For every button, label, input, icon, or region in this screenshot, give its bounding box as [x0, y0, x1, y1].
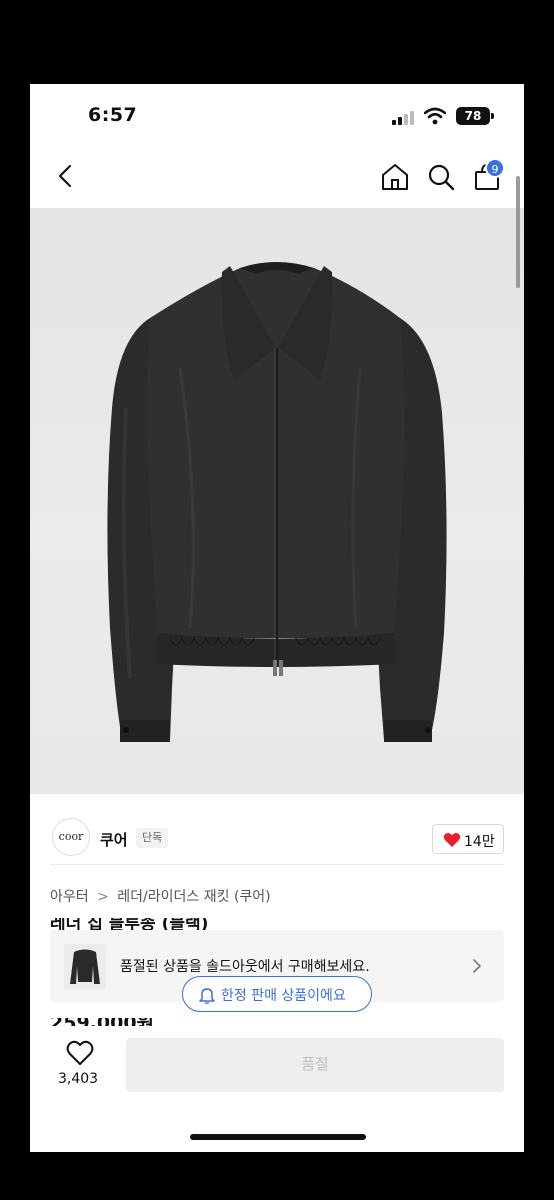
brand-name[interactable]: 쿠어	[100, 829, 128, 850]
bell-icon	[199, 988, 215, 1004]
cart-count-badge: 9	[485, 158, 505, 178]
home-indicator[interactable]	[190, 1134, 366, 1140]
limited-sale-text: 한정 판매 상품이에요	[221, 988, 346, 1004]
leather-jacket-image	[107, 262, 447, 742]
brand-row[interactable]: coor 쿠어 단독 14만	[30, 794, 524, 864]
status-time: 6:57	[88, 104, 138, 126]
status-bar: 6:57 78	[30, 84, 524, 146]
heart-filled-icon	[443, 833, 461, 847]
scrollbar[interactable]	[516, 176, 520, 288]
soldout-banner-text: 품절된 상품을 솔드아웃에서 구매해보세요.	[120, 959, 370, 975]
search-icon[interactable]	[426, 162, 456, 192]
breadcrumb-separator: >	[97, 889, 109, 905]
brand-like-count: 14만	[464, 834, 495, 850]
brand-like-button[interactable]: 14만	[432, 824, 504, 854]
divider	[50, 864, 504, 865]
product-price: 259,000원	[50, 1018, 250, 1026]
heart-outline-icon[interactable]	[66, 1040, 94, 1066]
product-thumbnail	[64, 944, 106, 990]
breadcrumb: 아우터 > 레더/라이더스 재킷 (쿠어)	[50, 886, 271, 906]
chevron-right-icon	[473, 959, 482, 973]
battery-icon: 78	[456, 107, 490, 125]
cellular-signal-icon	[392, 111, 414, 125]
product-title-clip: 레더 집 블루종 (블랙)	[50, 918, 490, 930]
top-nav: 9	[30, 146, 524, 208]
product-title: 레더 집 블루종 (블랙)	[50, 918, 209, 930]
breadcrumb-level1[interactable]: 아우터	[50, 889, 89, 905]
brand-logo[interactable]: coor	[52, 818, 90, 856]
breadcrumb-level2[interactable]: 레더/라이더스 재킷 (쿠어)	[117, 889, 270, 905]
battery-tip	[491, 113, 494, 119]
soldout-button[interactable]: 품절	[126, 1038, 504, 1092]
wifi-icon	[424, 107, 446, 125]
exclusive-tag: 단독	[136, 828, 169, 848]
product-image[interactable]	[30, 208, 524, 794]
back-chevron-icon[interactable]	[52, 162, 80, 190]
price-clip: 259,000원	[50, 1018, 250, 1026]
bottom-action-bar: 3,403 품절	[30, 1026, 524, 1152]
home-icon[interactable]	[380, 162, 410, 192]
phone-screen: 6:57 78 9 coor 쿠어 단독 14만 아우터 > 레더/라이더스 재…	[30, 84, 524, 1152]
limited-sale-pill[interactable]: 한정 판매 상품이에요	[182, 976, 372, 1012]
wish-count: 3,403	[58, 1071, 99, 1087]
